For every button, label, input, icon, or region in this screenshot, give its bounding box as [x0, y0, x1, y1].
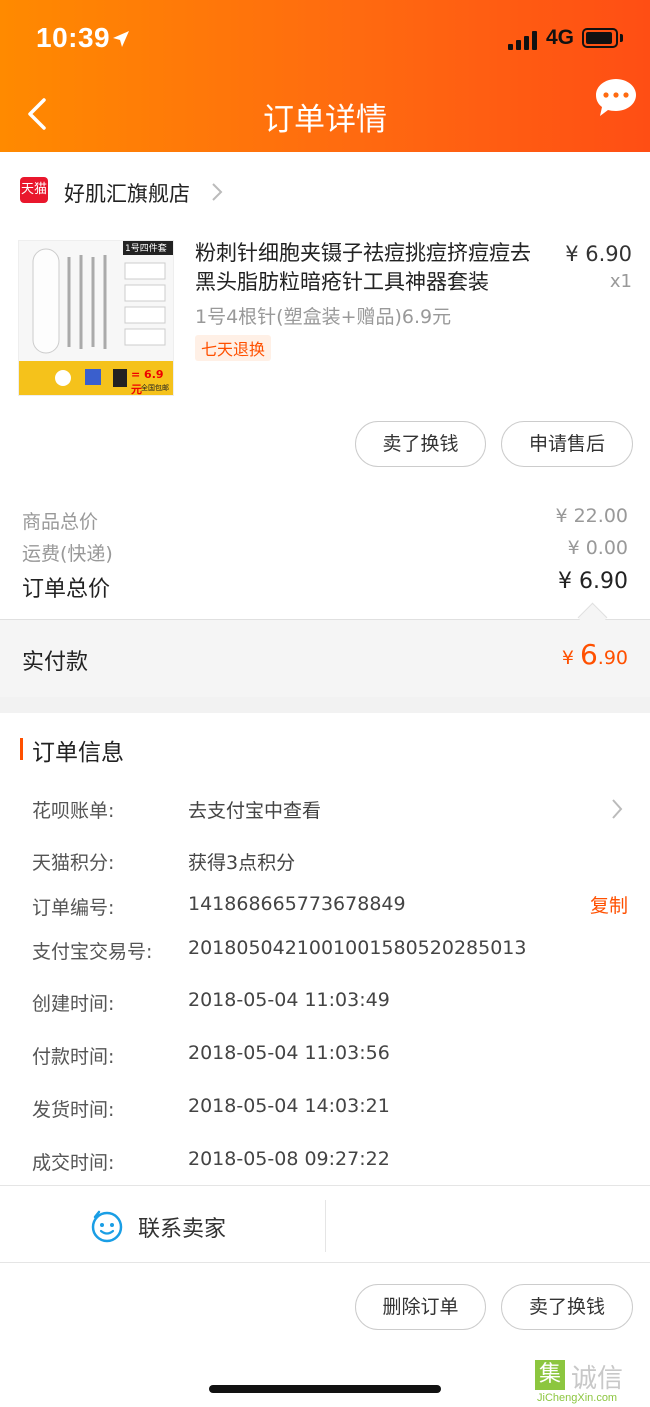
- shipped-time-label: 发货时间:: [32, 1099, 115, 1121]
- product-sku: 1号4根针(塑盒装+赠品)6.9元: [195, 306, 452, 328]
- contact-seller-label: 联系卖家: [138, 1217, 227, 1242]
- message-icon[interactable]: [594, 76, 638, 120]
- watermark-mark: 集: [535, 1360, 565, 1390]
- huabei-link[interactable]: 去支付宝中查看: [188, 796, 321, 823]
- contact-seller-button[interactable]: 联系卖家: [0, 1186, 325, 1262]
- huabei-label: 花呗账单:: [32, 800, 115, 822]
- chevron-right-icon[interactable]: [610, 798, 624, 820]
- shipping-value: ¥ 0.00: [567, 537, 628, 559]
- page-title: 订单详情: [263, 102, 387, 138]
- return-badge: 七天退换: [195, 335, 272, 361]
- section-divider: [0, 697, 650, 713]
- paid-time-value: 2018-05-04 11:03:56: [188, 1042, 390, 1064]
- amount-paid-value: ¥ 6.90: [561, 638, 628, 671]
- chat-smile-icon: [91, 1210, 123, 1243]
- section-accent-bar: [20, 738, 23, 760]
- shipping-label: 运费(快递): [22, 543, 113, 565]
- header-bar: 10:39 4G 订单详情: [0, 0, 650, 152]
- watermark-url: JiChengXin.com: [537, 1392, 618, 1404]
- status-time: 10:39: [36, 22, 111, 53]
- divider: [325, 1200, 326, 1252]
- alipay-trade-label: 支付宝交易号:: [32, 941, 153, 963]
- completed-time-label: 成交时间:: [32, 1152, 115, 1174]
- order-number-value: 141868665773678849: [188, 893, 406, 915]
- product-quantity: x1: [609, 271, 632, 292]
- battery-tip: [620, 34, 623, 42]
- after-sales-button[interactable]: 申请售后: [501, 421, 633, 467]
- divider: [0, 1262, 650, 1263]
- goods-total-label: 商品总价: [22, 511, 99, 533]
- goods-total-value: ¥ 22.00: [555, 505, 628, 527]
- order-total-label: 订单总价: [22, 577, 111, 602]
- created-time-label: 创建时间:: [32, 993, 115, 1015]
- created-time-value: 2018-05-04 11:03:49: [188, 989, 390, 1011]
- points-value: 获得3点积分: [188, 852, 296, 874]
- completed-time-value: 2018-05-08 09:27:22: [188, 1148, 390, 1170]
- points-label: 天猫积分:: [32, 852, 115, 874]
- watermark-logo: 集 诚信 JiChengXin.com: [533, 1358, 650, 1407]
- product-price: ¥ 6.90: [565, 242, 632, 266]
- home-indicator[interactable]: [209, 1385, 441, 1393]
- signal-icon: [508, 30, 540, 50]
- product-image-promo-sub: 全国包邮: [141, 384, 169, 392]
- order-total-value: ¥ 6.90: [558, 569, 628, 594]
- battery-icon: [582, 28, 618, 48]
- amount-paid-row: 实付款 ¥ 6.90: [0, 619, 650, 698]
- product-title[interactable]: 粉刺针细胞夹镊子祛痘挑痘挤痘痘去黑头脂肪粒暗疮针工具神器套装: [195, 239, 545, 297]
- location-arrow-icon: [113, 31, 129, 47]
- product-image-tag: 1号四件套: [125, 244, 167, 254]
- sell-for-cash-button-bottom[interactable]: 卖了换钱: [501, 1284, 633, 1330]
- watermark-text: 诚信: [571, 1364, 624, 1394]
- order-number-label: 订单编号:: [32, 897, 115, 919]
- store-row[interactable]: 天猫 好肌汇旗舰店: [0, 166, 650, 218]
- chevron-right-icon: [212, 183, 223, 201]
- order-info-title: 订单信息: [32, 740, 124, 766]
- tmall-logo-icon: 天猫: [20, 177, 48, 203]
- paid-time-label: 付款时间:: [32, 1046, 115, 1068]
- network-type: 4G: [546, 26, 575, 49]
- sell-for-cash-button[interactable]: 卖了换钱: [355, 421, 486, 467]
- alipay-trade-value: 2018050421001001580520285013: [188, 937, 527, 959]
- product-image[interactable]: 1号四件套 = 6.9元 全国包邮: [18, 240, 174, 396]
- amount-paid-label: 实付款: [22, 650, 89, 675]
- store-name: 好肌汇旗舰店: [64, 182, 190, 206]
- delete-order-button[interactable]: 删除订单: [355, 1284, 486, 1330]
- shipped-time-value: 2018-05-04 14:03:21: [188, 1095, 390, 1117]
- copy-button[interactable]: 复制: [590, 891, 628, 918]
